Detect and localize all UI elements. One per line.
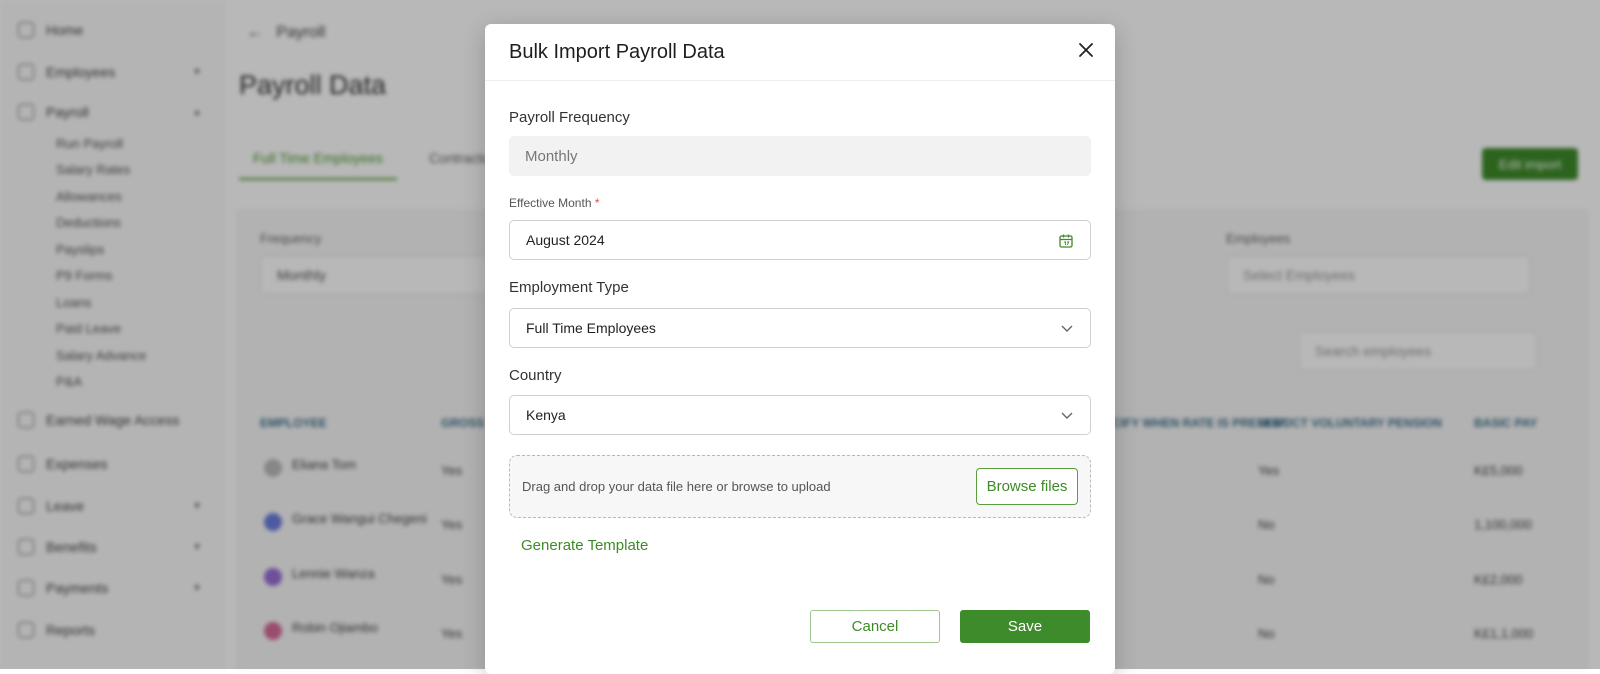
payroll-frequency-label: Payroll Frequency [509, 109, 630, 126]
browse-files-button[interactable]: Browse files [976, 468, 1078, 505]
effective-month-field[interactable]: August 2024 [509, 220, 1091, 260]
country-value: Kenya [526, 407, 566, 423]
modal-title: Bulk Import Payroll Data [509, 40, 725, 63]
chevron-down-icon [1060, 321, 1074, 338]
payroll-frequency-value: Monthly [525, 147, 578, 165]
effective-month-label: Effective Month * [509, 196, 600, 210]
file-dropzone[interactable]: Drag and drop your data file here or bro… [509, 455, 1091, 518]
cancel-button[interactable]: Cancel [810, 610, 940, 643]
dropzone-text: Drag and drop your data file here or bro… [522, 479, 831, 494]
calendar-icon[interactable] [1058, 233, 1074, 252]
employment-type-value: Full Time Employees [526, 320, 656, 336]
country-select[interactable]: Kenya [509, 395, 1091, 435]
employment-type-select[interactable]: Full Time Employees [509, 308, 1091, 348]
generate-template-link[interactable]: Generate Template [521, 537, 648, 554]
employment-type-label: Employment Type [509, 279, 629, 296]
country-label: Country [509, 367, 562, 384]
effective-month-value: August 2024 [526, 232, 605, 248]
effective-month-label-text: Effective Month [509, 196, 592, 210]
payroll-frequency-field: Monthly [509, 136, 1091, 176]
modal-header: Bulk Import Payroll Data [485, 24, 1115, 81]
required-mark: * [594, 196, 600, 210]
chevron-down-icon [1060, 408, 1074, 425]
bulk-import-modal: Bulk Import Payroll Data Payroll Frequen… [485, 24, 1115, 674]
save-button[interactable]: Save [960, 610, 1090, 643]
close-icon[interactable] [1075, 39, 1097, 61]
